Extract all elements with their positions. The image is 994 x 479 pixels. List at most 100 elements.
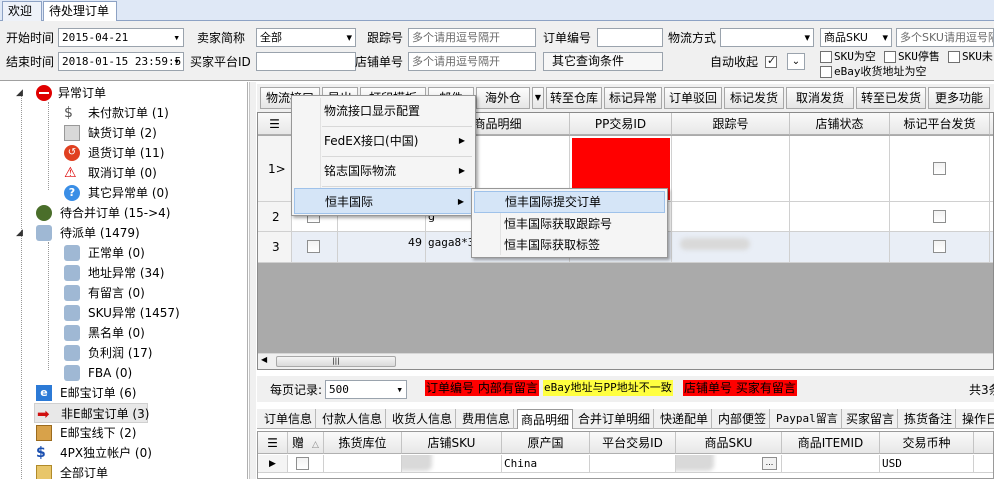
- col-header-currency[interactable]: 交易币种: [880, 432, 974, 454]
- tab-internal-note[interactable]: 内部便签: [715, 409, 771, 429]
- gift-checkbox[interactable]: [296, 457, 309, 470]
- sku-empty-checkbox[interactable]: [820, 51, 832, 63]
- shipping-label: 物流方式: [668, 31, 717, 45]
- menu-item-hengfeng[interactable]: 恒丰国际 ▶: [294, 188, 473, 214]
- menu-item-fedex[interactable]: FedEX接口(中国) ▶: [294, 128, 473, 154]
- cell-qty: 49: [338, 232, 426, 263]
- to-warehouse-button[interactable]: 转至仓库: [546, 87, 602, 109]
- mark-shipped-button[interactable]: 标记发货: [724, 87, 784, 109]
- sku-stop-checkbox[interactable]: [884, 51, 896, 63]
- current-row-icon[interactable]: ▶: [258, 455, 288, 473]
- to-shipped-button[interactable]: 转至已发货: [856, 87, 926, 109]
- buyer-platform-input[interactable]: [256, 52, 356, 71]
- col-header-picking-location[interactable]: 拣货库位: [324, 432, 402, 454]
- store-no-label: 店铺单号: [355, 55, 404, 69]
- mark-platform-checkbox[interactable]: [933, 240, 946, 253]
- tab-fee-info[interactable]: 费用信息: [459, 409, 515, 429]
- tracking-label: 跟踪号: [367, 31, 404, 45]
- row-number[interactable]: 2: [258, 202, 292, 232]
- menu-item-mingzhi[interactable]: 铭志国际物流 ▶: [294, 158, 473, 184]
- col-header-trade-id[interactable]: 平台交易ID: [590, 432, 676, 454]
- logistics-interface-menu: 物流接口显示配置 FedEX接口(中国) ▶ 铭志国际物流 ▶ 恒丰国际 ▶: [291, 95, 476, 216]
- col-header-mark-platform[interactable]: 标记平台发货: [890, 113, 990, 135]
- tab-picking-note[interactable]: 拣货备注: [901, 409, 957, 429]
- horizontal-scrollbar[interactable]: ◀ |||: [258, 353, 993, 369]
- auto-collapse-checkbox[interactable]: [765, 54, 777, 68]
- tab-receiver-info[interactable]: 收货人信息: [389, 409, 457, 429]
- col-header-store-sku[interactable]: 店铺SKU: [402, 432, 502, 454]
- menu-item-hengfeng-label[interactable]: 恒丰国际获取标签: [474, 235, 665, 257]
- start-time-picker[interactable]: 2015-04-21: [58, 28, 184, 47]
- tracking-input[interactable]: 多个请用逗号隔开: [408, 28, 536, 47]
- tab-order-info[interactable]: 订单信息: [261, 409, 317, 429]
- cell-currency: USD: [880, 455, 974, 473]
- mark-exception-button[interactable]: 标记异常: [604, 87, 662, 109]
- end-time-picker[interactable]: 2018-01-15 23:59:5: [58, 52, 184, 71]
- col-header-gift[interactable]: 赠: [292, 436, 304, 450]
- scroll-thumb[interactable]: |||: [276, 356, 396, 367]
- menu-item-hengfeng-tracking[interactable]: 恒丰国际获取跟踪号: [474, 213, 665, 235]
- tab-operation-log[interactable]: 操作日: [959, 409, 994, 429]
- menu-item-hengfeng-submit[interactable]: 恒丰国际提交订单: [474, 191, 665, 213]
- order-no-input[interactable]: [597, 28, 663, 47]
- row-header-corner: ☰: [258, 113, 292, 135]
- tab-paypal-message[interactable]: Paypal留言: [773, 409, 842, 429]
- collapse-toggle-icon[interactable]: ⌄: [787, 53, 805, 70]
- overseas-warehouse-button[interactable]: 海外仓: [476, 87, 530, 109]
- tab-buyer-message[interactable]: 买家留言: [843, 409, 899, 429]
- ebay-addr-empty-checkbox[interactable]: [820, 66, 832, 78]
- user-icon: [64, 325, 80, 341]
- col-header-pp-id[interactable]: PP交易ID: [570, 113, 672, 135]
- submenu-arrow-icon: ▶: [457, 197, 464, 206]
- tab-pending-orders[interactable]: 待处理订单: [43, 1, 117, 22]
- expand-icon[interactable]: ◢: [16, 228, 23, 238]
- user-icon: [64, 245, 80, 261]
- tab-payer-info[interactable]: 付款人信息: [319, 409, 387, 429]
- store-no-input[interactable]: 多个请用逗号隔开: [408, 52, 536, 71]
- menu-item-display-config[interactable]: 物流接口显示配置: [294, 98, 473, 124]
- shipping-select[interactable]: [720, 28, 814, 47]
- dollar-icon: $: [36, 445, 46, 461]
- other-conditions-button[interactable]: 其它查询条件: [543, 52, 663, 71]
- col-header-origin[interactable]: 原产国: [502, 432, 590, 454]
- col-header-product-sku[interactable]: 商品SKU: [676, 432, 782, 454]
- tree-item-non-eub-orders[interactable]: ➡ 非E邮宝订单 (3): [34, 403, 149, 423]
- per-page-label: 每页记录:: [270, 383, 323, 397]
- detail-tabs: 订单信息 付款人信息 收货人信息 费用信息 商品明细 合并订单明细 快递配单 内…: [257, 409, 994, 429]
- sku-input[interactable]: 多个SKU请用逗号隔: [896, 28, 994, 47]
- tab-express-assign[interactable]: 快递配单: [657, 409, 713, 429]
- col-header-itemid[interactable]: 商品ITEMID: [782, 432, 880, 454]
- more-button[interactable]: ...: [762, 457, 777, 470]
- row-number[interactable]: 3: [258, 232, 292, 263]
- cancel-shipping-button[interactable]: 取消发货: [786, 87, 854, 109]
- status-row: 每页记录: 500 订单编号 内部有留言 eBay地址与PP地址不一致 店铺单号…: [257, 376, 994, 402]
- filter-panel: 开始时间 2015-04-21 结束时间 2018-01-15 23:59:5 …: [0, 21, 994, 81]
- row-number[interactable]: 1>: [258, 136, 292, 202]
- tab-welcome[interactable]: 欢迎: [2, 1, 42, 21]
- col-header-store-status[interactable]: 店铺状态: [790, 113, 890, 135]
- row-select-checkbox[interactable]: [307, 240, 320, 253]
- start-time-label: 开始时间: [6, 31, 55, 45]
- hengfeng-submenu: 恒丰国际提交订单 恒丰国际获取跟踪号 恒丰国际获取标签: [471, 188, 668, 258]
- sku-type-select[interactable]: 商品SKU: [820, 28, 892, 47]
- warning-icon: ⚠: [64, 165, 77, 181]
- tab-merged-detail[interactable]: 合并订单明细: [575, 409, 655, 429]
- dropdown-arrow-icon[interactable]: ▼: [532, 87, 544, 109]
- expand-icon[interactable]: ◢: [16, 88, 23, 98]
- tab-product-detail[interactable]: 商品明细: [517, 409, 574, 429]
- gear-icon: [36, 205, 52, 221]
- legend-buyer-message: 店铺单号 买家有留言: [683, 380, 797, 396]
- sku-not-checkbox[interactable]: [948, 51, 960, 63]
- seller-select[interactable]: 全部: [256, 28, 356, 47]
- scroll-left-icon[interactable]: ◀: [261, 355, 267, 364]
- reject-order-button[interactable]: 订单驳回: [664, 87, 722, 109]
- top-tab-strip: 欢迎 待处理订单: [0, 0, 994, 22]
- col-header-tracking[interactable]: 跟踪号: [672, 113, 790, 135]
- redacted-text: [680, 238, 750, 250]
- per-page-select[interactable]: 500: [325, 380, 407, 399]
- return-icon: ↺: [64, 145, 80, 161]
- mark-platform-checkbox[interactable]: [933, 210, 946, 223]
- mark-platform-checkbox[interactable]: [933, 162, 946, 175]
- splitter[interactable]: [249, 82, 256, 479]
- more-functions-button[interactable]: 更多功能: [928, 87, 990, 109]
